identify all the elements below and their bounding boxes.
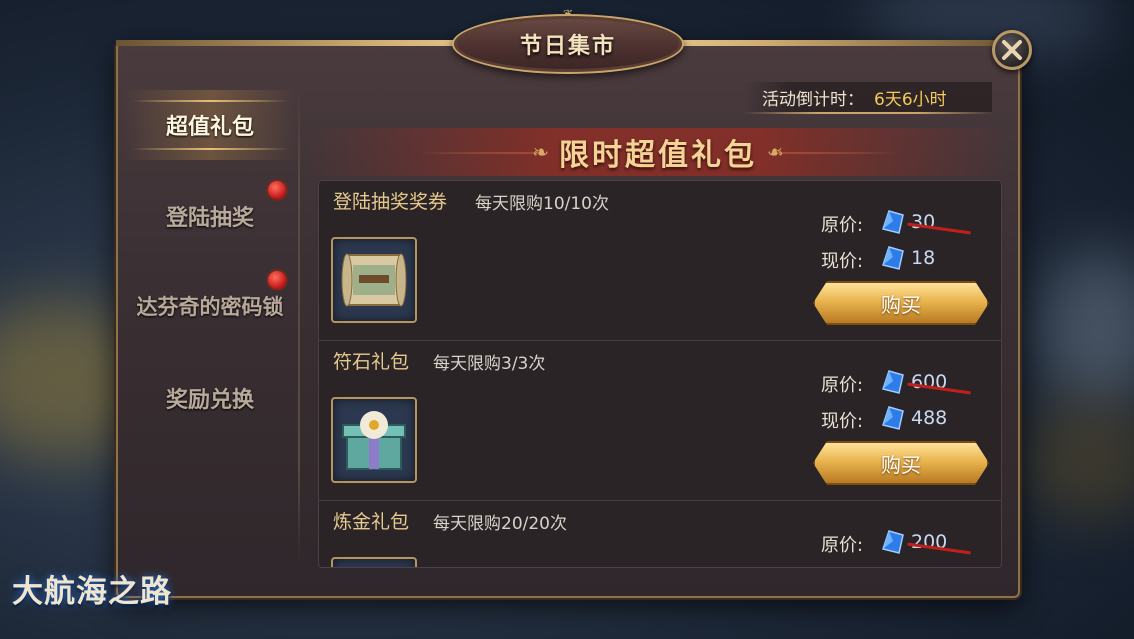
sidebar-item-label: 登陆抽奖 xyxy=(165,205,254,231)
gift-box-icon[interactable] xyxy=(331,397,417,483)
purchase-limit: 每天限购10/10次 xyxy=(475,194,609,214)
notification-badge xyxy=(266,179,288,201)
title-plaque: 节日集市 xyxy=(452,14,684,74)
page-title: 节日集市 xyxy=(519,33,616,59)
background-glow xyxy=(1040,250,1134,410)
section-banner: ❧ 限时超值礼包 ❧ xyxy=(308,128,1008,176)
buy-button[interactable]: 购买 xyxy=(813,441,989,485)
buy-button-label: 购买 xyxy=(881,292,921,317)
alchemy-pack-icon[interactable] xyxy=(331,557,417,567)
countdown-bar: 活动倒计时： 6天6小时 xyxy=(744,82,992,112)
diamond-icon xyxy=(882,406,904,430)
banner-ornament-icon: ❧ xyxy=(767,140,784,164)
sidebar: 超值礼包 登陆抽奖 达芬奇的密码锁 奖励兑换 xyxy=(122,82,298,562)
sidebar-item-login-lottery[interactable]: 登陆抽奖 xyxy=(122,179,298,251)
countdown-value: 6天6小时 xyxy=(874,89,947,110)
banner-ornament-icon: ❧ xyxy=(532,140,549,164)
section-title: 限时超值礼包 xyxy=(559,138,757,173)
sidebar-item-label: 达芬奇的密码锁 xyxy=(136,294,284,319)
diamond-icon xyxy=(882,530,904,554)
pack-name: 登陆抽奖奖券 xyxy=(333,191,448,213)
scroll-ticket-icon[interactable] xyxy=(331,237,417,323)
notification-badge xyxy=(266,269,288,291)
diamond-icon xyxy=(882,210,904,234)
buy-button-label: 购买 xyxy=(881,452,921,477)
sidebar-divider xyxy=(298,82,300,562)
buy-button[interactable]: 购买 xyxy=(813,281,989,325)
list-item: 符石礼包 每天限购3/3次 原价: 600 现价: 488 购买 xyxy=(319,341,1001,501)
countdown-underline xyxy=(744,112,992,114)
sidebar-item-label: 超值礼包 xyxy=(165,114,254,140)
close-icon xyxy=(1002,40,1022,60)
original-price-label: 原价: xyxy=(821,215,864,236)
pack-name: 炼金礼包 xyxy=(333,511,410,533)
current-price-label: 现价: xyxy=(821,251,864,272)
purchase-limit: 每天限购3/3次 xyxy=(433,354,546,374)
current-price: 18 xyxy=(911,247,936,269)
diamond-icon xyxy=(882,246,904,270)
current-price-label: 现价: xyxy=(821,411,864,432)
game-logo: 大航海之路 xyxy=(12,566,188,622)
sidebar-item-davinci-lock[interactable]: 达芬奇的密码锁 xyxy=(122,269,298,341)
list-item: 登陆抽奖奖券 每天限购10/10次 原价: 30 现价: 18 购买 xyxy=(319,181,1001,341)
pack-list[interactable]: 登陆抽奖奖券 每天限购10/10次 原价: 30 现价: 18 购买 符石礼包 … xyxy=(318,180,1002,568)
sidebar-item-label: 奖励兑换 xyxy=(165,387,254,413)
purchase-limit: 每天限购20/20次 xyxy=(433,514,567,534)
logo-text: 大航海之路 xyxy=(12,574,172,610)
diamond-icon xyxy=(882,370,904,394)
background-glow xyxy=(1020,400,1134,520)
current-price: 488 xyxy=(911,407,948,429)
original-price: 30 xyxy=(911,211,936,233)
original-price-label: 原价: xyxy=(821,375,864,396)
close-button[interactable] xyxy=(992,30,1032,70)
original-price-label: 原价: xyxy=(821,535,864,556)
list-item: 炼金礼包 每天限购20/20次 原价: 200 xyxy=(319,501,1001,567)
sidebar-item-value-packs[interactable]: 超值礼包 xyxy=(122,90,298,160)
countdown-label: 活动倒计时： xyxy=(762,89,864,110)
sidebar-item-reward-exchange[interactable]: 奖励兑换 xyxy=(122,363,298,433)
pack-name: 符石礼包 xyxy=(333,351,410,373)
